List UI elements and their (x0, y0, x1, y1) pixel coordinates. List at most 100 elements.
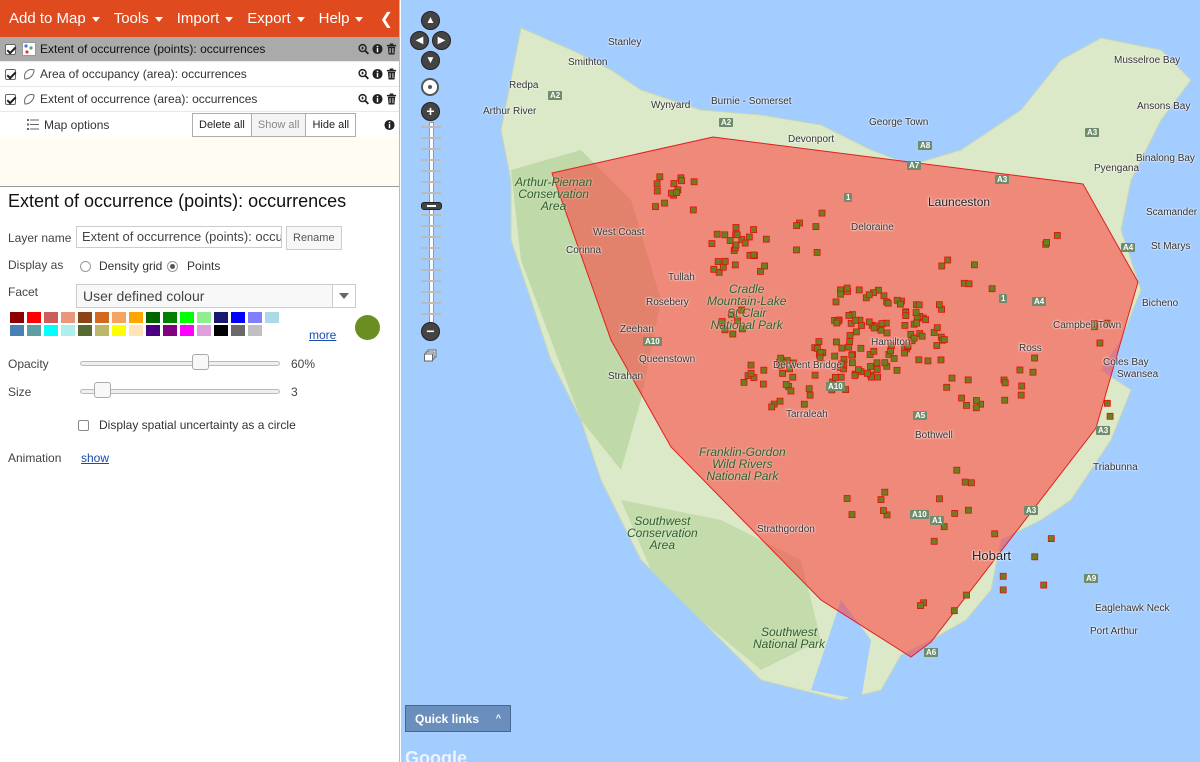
occurrence-point[interactable] (793, 246, 800, 254)
occurrence-point[interactable] (833, 319, 841, 327)
occurrence-point[interactable] (963, 401, 970, 409)
locate-button[interactable] (421, 78, 439, 96)
layers-icon[interactable] (424, 349, 437, 362)
animation-show-link[interactable]: show (81, 451, 109, 465)
colour-swatch[interactable] (163, 325, 177, 336)
chevron-down-icon[interactable] (332, 285, 355, 307)
occurrence-point[interactable] (1040, 581, 1048, 589)
zoom-level-tick[interactable] (421, 313, 441, 315)
layer-row[interactable]: Extent of occurrence (points): occurrenc… (0, 37, 399, 62)
occurrence-point[interactable] (678, 177, 686, 185)
occurrence-point[interactable] (972, 404, 980, 412)
occurrence-point[interactable] (917, 602, 924, 609)
occurrence-point[interactable] (880, 292, 888, 300)
occurrence-point[interactable] (846, 332, 854, 339)
occurrence-point[interactable] (964, 376, 972, 384)
occurrence-point[interactable] (913, 319, 921, 327)
zoom-level-tick[interactable] (421, 258, 441, 260)
zoom-level-tick[interactable] (421, 126, 441, 128)
occurrence-point[interactable] (922, 316, 929, 324)
colour-swatch[interactable] (44, 312, 58, 323)
occurrence-point[interactable] (837, 290, 845, 298)
opacity-slider[interactable] (80, 361, 280, 366)
occurrence-point[interactable] (963, 591, 970, 599)
occurrence-point[interactable] (936, 301, 943, 309)
occurrence-point[interactable] (750, 251, 758, 259)
occurrence-point[interactable] (881, 488, 889, 496)
facet-select[interactable]: User defined colour (76, 284, 356, 308)
colour-swatch[interactable] (146, 325, 160, 336)
info-icon[interactable] (372, 93, 383, 105)
occurrence-point[interactable] (837, 373, 845, 381)
occurrence-point[interactable] (843, 495, 851, 502)
occurrence-point[interactable] (726, 237, 734, 244)
occurrence-point[interactable] (1001, 396, 1009, 404)
hide-all-button[interactable]: Hide all (306, 113, 357, 137)
zoom-level-tick[interactable] (421, 280, 441, 282)
colour-swatch[interactable] (163, 312, 177, 323)
occurrence-point[interactable] (950, 607, 958, 615)
colour-swatch[interactable] (231, 325, 245, 336)
occurrence-point[interactable] (938, 262, 946, 270)
map-options-link[interactable]: Map options (44, 118, 109, 132)
occurrence-point[interactable] (845, 311, 853, 319)
occurrence-point[interactable] (968, 479, 975, 487)
zoom-level-tick[interactable] (421, 236, 441, 238)
quick-links-button[interactable]: Quick links ^ (405, 705, 511, 732)
occurrence-point[interactable] (855, 286, 863, 294)
occurrence-point[interactable] (999, 586, 1007, 594)
layer-visibility-checkbox[interactable] (5, 43, 16, 55)
colour-swatch[interactable] (61, 312, 75, 323)
occurrence-point[interactable] (912, 309, 920, 317)
occurrence-point[interactable] (813, 248, 821, 256)
occurrence-point[interactable] (721, 257, 729, 265)
occurrence-point[interactable] (870, 324, 878, 332)
collapse-panel-icon[interactable]: ❮ (380, 9, 393, 29)
occurrence-point[interactable] (761, 262, 769, 270)
occurrence-point[interactable] (1017, 391, 1025, 399)
occurrence-point[interactable] (1018, 382, 1026, 390)
occurrence-point[interactable] (776, 397, 784, 405)
occurrence-point[interactable] (670, 180, 678, 187)
zoom-level-tick[interactable] (421, 159, 441, 161)
occurrence-point[interactable] (708, 240, 716, 248)
size-slider-handle[interactable] (94, 382, 111, 398)
occurrence-point[interactable] (971, 261, 978, 269)
occurrence-point[interactable] (958, 394, 965, 402)
occurrence-point[interactable] (732, 241, 740, 249)
occurrence-point[interactable] (851, 316, 859, 324)
occurrence-point[interactable] (930, 537, 938, 545)
colour-swatch[interactable] (112, 325, 126, 336)
occurrence-point[interactable] (690, 178, 698, 186)
pan-left-button[interactable]: ◀ (410, 31, 429, 50)
colour-swatch[interactable] (180, 312, 194, 323)
occurrence-point[interactable] (940, 336, 948, 344)
colour-swatch[interactable] (214, 325, 228, 336)
occurrence-point[interactable] (854, 366, 862, 374)
colour-swatch[interactable] (146, 312, 160, 323)
occurrence-point[interactable] (661, 199, 668, 207)
menu-add-to-map[interactable]: Add to Map (2, 0, 107, 37)
occurrence-point[interactable] (867, 363, 874, 370)
occurrence-point[interactable] (848, 511, 856, 519)
occurrence-point[interactable] (865, 318, 873, 326)
zoom-to-layer-icon[interactable] (358, 68, 369, 80)
zoom-level-tick[interactable] (421, 170, 441, 172)
occurrence-point[interactable] (1016, 366, 1024, 374)
menu-import[interactable]: Import (170, 0, 241, 37)
occurrence-point[interactable] (915, 301, 923, 309)
occurrence-point[interactable] (768, 403, 776, 411)
occurrence-point[interactable] (857, 344, 865, 352)
menu-tools[interactable]: Tools (107, 0, 170, 37)
occurrence-point[interactable] (924, 357, 932, 365)
occurrence-point[interactable] (879, 507, 887, 515)
occurrence-point[interactable] (832, 338, 840, 346)
occurrence-point[interactable] (762, 235, 770, 243)
occurrence-point[interactable] (870, 347, 878, 355)
occurrence-point[interactable] (865, 291, 873, 299)
list-icon[interactable] (27, 119, 39, 130)
show-all-button[interactable]: Show all (251, 113, 307, 137)
occurrence-point[interactable] (759, 380, 767, 388)
occurrence-point[interactable] (884, 299, 892, 307)
occurrence-point[interactable] (910, 334, 918, 342)
